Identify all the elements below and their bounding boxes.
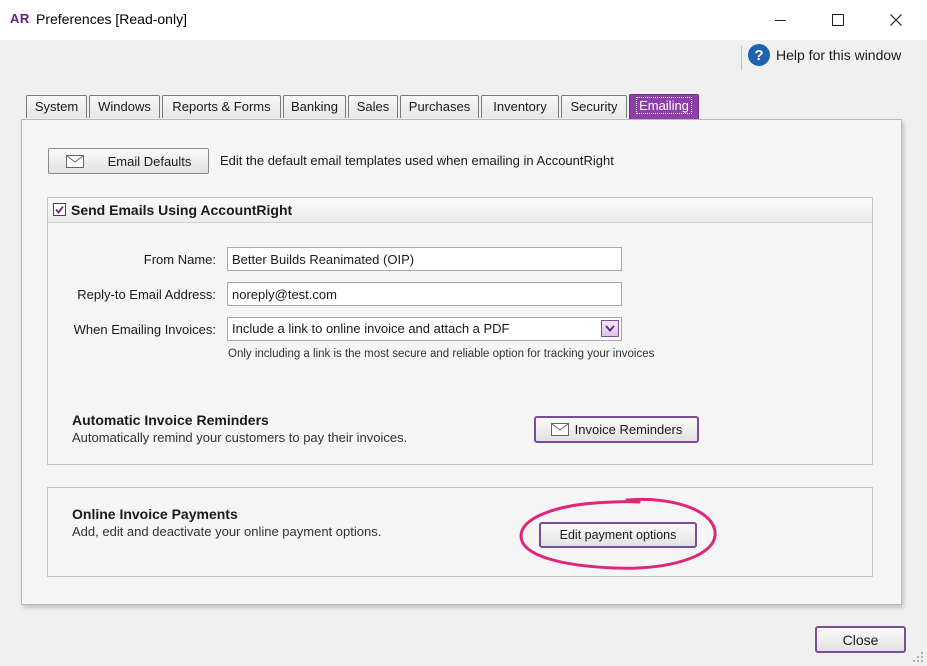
dropdown-button[interactable]	[601, 320, 619, 337]
tab-system[interactable]: System	[26, 95, 87, 118]
close-button[interactable]: Close	[815, 626, 906, 653]
invoices-option-label: When Emailing Invoices:	[73, 322, 216, 337]
email-defaults-label: Email Defaults	[107, 153, 192, 169]
app-logo: AR	[10, 11, 30, 26]
checkmark-icon	[55, 205, 64, 214]
highlight-circle-annotation	[519, 497, 717, 570]
reply-to-email-field[interactable]	[227, 282, 622, 306]
invoices-option-value: Include a link to online invoice and att…	[232, 321, 510, 336]
envelope-icon	[550, 423, 569, 436]
envelope-icon	[65, 154, 84, 168]
maximize-icon	[832, 14, 844, 26]
resize-grip-icon[interactable]	[912, 651, 924, 663]
close-icon	[890, 14, 902, 26]
payments-description: Add, edit and deactivate your online pay…	[72, 524, 382, 539]
close-window-button[interactable]	[867, 0, 925, 40]
reminders-title: Automatic Invoice Reminders	[72, 412, 269, 428]
window-title: Preferences [Read-only]	[36, 11, 187, 27]
from-name-field[interactable]	[227, 247, 622, 271]
tab-emailing[interactable]: Emailing	[629, 94, 699, 119]
tab-purchases[interactable]: Purchases	[400, 95, 479, 118]
invoice-reminders-label: Invoice Reminders	[574, 422, 683, 437]
payments-title: Online Invoice Payments	[72, 506, 238, 522]
send-emails-label: Send Emails Using AccountRight	[71, 202, 293, 218]
reminders-description: Automatically remind your customers to p…	[72, 430, 408, 445]
toolbar-divider	[741, 46, 742, 70]
email-defaults-description: Edit the default email templates used wh…	[220, 153, 614, 168]
tab-banking[interactable]: Banking	[283, 95, 346, 118]
tab-reports-forms[interactable]: Reports & Forms	[162, 95, 281, 118]
maximize-button[interactable]	[809, 0, 867, 40]
help-label: Help for this window	[776, 47, 902, 63]
help-link[interactable]: ? Help for this window	[748, 44, 901, 66]
invoice-reminders-button[interactable]: Invoice Reminders	[534, 416, 699, 443]
reply-to-label: Reply-to Email Address:	[77, 287, 216, 302]
from-name-label: From Name:	[143, 252, 216, 267]
tab-security[interactable]: Security	[561, 95, 627, 118]
question-mark-icon: ?	[748, 44, 770, 66]
email-defaults-button[interactable]: Email Defaults	[48, 148, 209, 174]
close-label: Close	[842, 631, 879, 648]
invoices-option-hint: Only including a link is the most secure…	[228, 348, 655, 360]
minimize-button[interactable]	[751, 0, 809, 40]
invoices-option-select[interactable]: Include a link to online invoice and att…	[227, 317, 622, 341]
tab-inventory[interactable]: Inventory	[481, 95, 559, 118]
minimize-icon	[774, 19, 786, 21]
chevron-down-icon	[605, 325, 615, 332]
send-emails-checkbox[interactable]	[53, 203, 66, 216]
tab-windows[interactable]: Windows	[89, 95, 160, 118]
tab-sales[interactable]: Sales	[348, 95, 398, 118]
